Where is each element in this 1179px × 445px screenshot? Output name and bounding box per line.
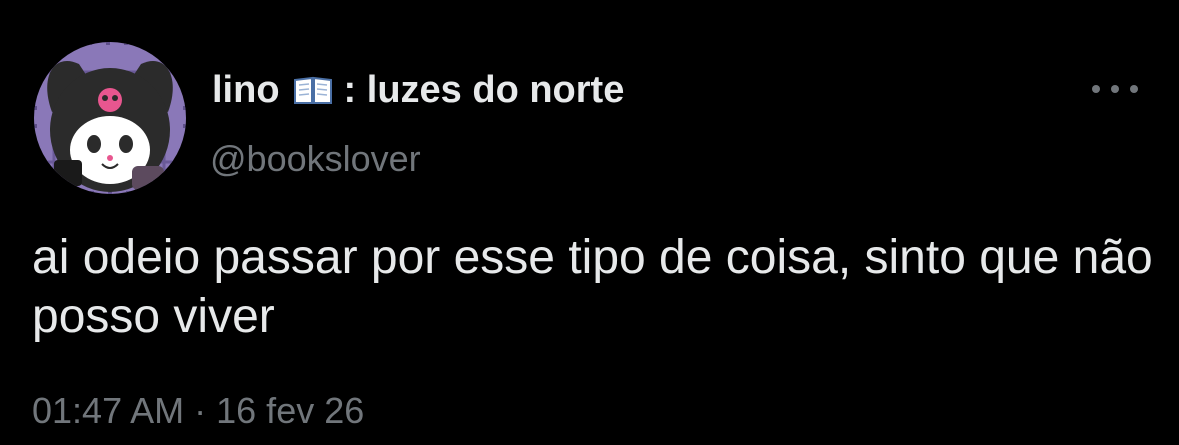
ellipsis-dot — [1092, 85, 1100, 93]
ellipsis-icon[interactable] — [1092, 78, 1138, 100]
meta-separator: · — [194, 390, 207, 431]
display-name[interactable]: lino : luzes do norte — [212, 66, 624, 114]
tweet-time[interactable]: 01:47 AM — [32, 390, 184, 431]
ellipsis-dot — [1111, 85, 1119, 93]
tweet-date[interactable]: 16 fev 26 — [216, 390, 364, 431]
avatar[interactable] — [34, 42, 186, 194]
tweet-text: ai odeio passar por esse tipo de coisa, … — [32, 231, 1153, 343]
open-book-icon — [292, 74, 334, 106]
user-handle[interactable]: @bookslover — [210, 138, 421, 180]
kuromi-avatar-image — [34, 42, 186, 194]
display-name-text: lino — [212, 68, 280, 111]
ellipsis-dot — [1130, 85, 1138, 93]
tweet-meta: 01:47 AM · 16 fev 26 — [32, 390, 364, 432]
display-name-suffix: : luzes do norte — [343, 68, 625, 111]
